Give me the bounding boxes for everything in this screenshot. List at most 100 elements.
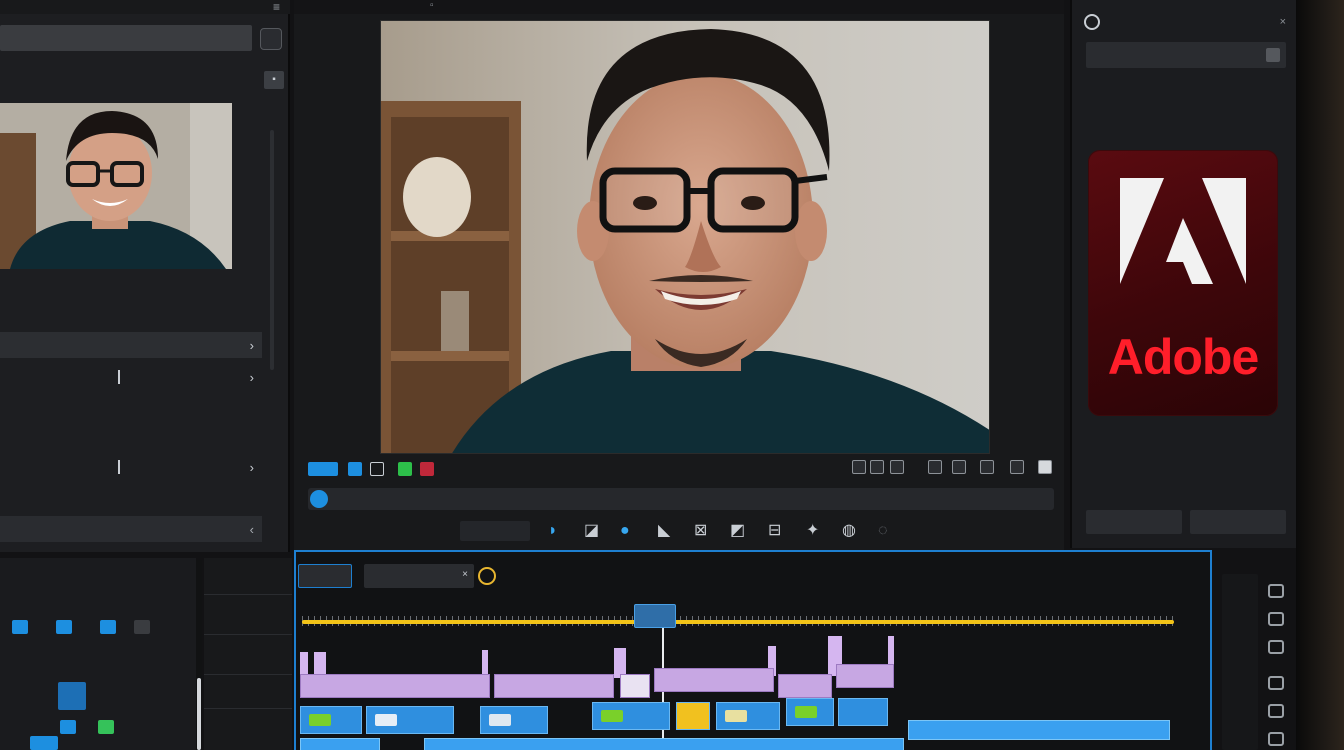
timecode-field[interactable] <box>460 521 530 541</box>
search-icon[interactable] <box>260 28 282 50</box>
loop-icon[interactable]: ◌ <box>878 522 888 540</box>
library-icon <box>1084 14 1100 30</box>
effect-preset-icon[interactable] <box>30 736 58 750</box>
playhead-handle[interactable] <box>634 604 676 628</box>
tab-sequence[interactable]: × <box>364 564 474 588</box>
property-row[interactable] <box>0 308 262 334</box>
monitor-bezel <box>1296 0 1344 750</box>
property-row[interactable] <box>0 396 262 422</box>
target-icon[interactable] <box>478 567 496 585</box>
property-row[interactable]: › <box>0 454 262 480</box>
tab-menu-icon[interactable]: ▫ <box>430 0 434 11</box>
footer-field-2[interactable] <box>1190 510 1286 534</box>
video-clip[interactable] <box>836 664 894 688</box>
insert-icon[interactable]: ✦ <box>806 522 819 540</box>
chevron-left-icon[interactable]: ‹ <box>250 522 254 537</box>
video-clip[interactable] <box>778 674 832 698</box>
playback-scrubber[interactable] <box>308 488 1054 510</box>
search-input[interactable] <box>0 25 252 51</box>
extract-icon[interactable] <box>890 460 904 474</box>
effect-selected-icon[interactable] <box>58 682 86 710</box>
clip-block[interactable] <box>300 738 380 750</box>
effect-preset-icon[interactable] <box>12 620 28 634</box>
fullscreen-icon[interactable] <box>1038 460 1052 474</box>
add-marker-icon[interactable] <box>398 462 412 476</box>
clip-block[interactable] <box>676 702 710 730</box>
video-clip[interactable] <box>494 674 614 698</box>
video-clip[interactable] <box>300 674 490 698</box>
effect-preset-icon[interactable] <box>134 620 150 634</box>
effect-preset-icon[interactable] <box>56 620 72 634</box>
effects-scrollbar[interactable] <box>196 560 202 750</box>
clip-block[interactable] <box>786 698 834 726</box>
mark-out-icon[interactable]: ⊠ <box>694 522 707 540</box>
razor-tool-icon[interactable] <box>1268 676 1284 690</box>
effect-preset-icon[interactable] <box>98 720 114 734</box>
lift-icon[interactable] <box>870 460 884 474</box>
overwrite-icon[interactable]: ◍ <box>842 522 856 540</box>
video-preview[interactable] <box>380 20 990 454</box>
clip-block[interactable] <box>300 706 362 734</box>
pen-tool-icon[interactable] <box>1268 732 1284 746</box>
safe-margins-icon[interactable] <box>852 460 866 474</box>
clip-thumbnail <box>375 714 397 726</box>
lift-icon[interactable]: ◩ <box>730 522 745 540</box>
export-frame-icon[interactable] <box>928 460 942 474</box>
clip-block[interactable] <box>838 698 888 726</box>
ripple-tool-icon[interactable] <box>1268 640 1284 654</box>
library-field[interactable] <box>1086 42 1286 68</box>
close-icon[interactable]: × <box>1280 16 1286 28</box>
tab-timeline-active[interactable] <box>298 564 352 588</box>
playhead-knob[interactable] <box>310 490 328 508</box>
chevron-right-icon[interactable]: › <box>250 370 254 385</box>
settings-icon[interactable] <box>1010 460 1024 474</box>
property-row[interactable] <box>0 424 262 450</box>
adobe-wordmark: Adobe <box>1107 329 1260 385</box>
slider-handle[interactable] <box>118 460 120 474</box>
step-back-icon[interactable]: ◗ <box>548 522 558 540</box>
mark-out-icon[interactable] <box>370 462 384 476</box>
mark-in-icon[interactable] <box>348 462 362 476</box>
footer-field-1[interactable] <box>1086 510 1182 534</box>
selection-tool-icon[interactable] <box>1268 584 1284 598</box>
time-ruler[interactable] <box>302 602 1174 632</box>
dropdown-icon[interactable] <box>1266 48 1280 62</box>
export-frame-icon[interactable]: ⊟ <box>768 522 781 540</box>
clip-block[interactable] <box>480 706 548 734</box>
go-to-out-icon[interactable] <box>420 462 434 476</box>
track-select-icon[interactable] <box>1268 612 1284 626</box>
panel-scrollbar[interactable] <box>270 130 274 370</box>
button-editor-icon[interactable] <box>980 460 994 474</box>
work-area-bar[interactable] <box>302 620 1174 624</box>
close-icon[interactable]: × <box>462 569 468 580</box>
mark-in-icon[interactable]: ◣ <box>658 522 670 540</box>
source-thumbnail[interactable] <box>0 103 232 269</box>
effect-preset-icon[interactable] <box>100 620 116 634</box>
clip-block[interactable] <box>592 702 670 730</box>
clip-thumbnail <box>489 714 511 726</box>
slip-tool-icon[interactable] <box>1268 704 1284 718</box>
panel-footer[interactable]: ‹ <box>0 516 262 542</box>
transport-controls: ◗ ◪ ● ◣ ⊠ ◩ ⊟ ✦ ◍ ◌ <box>294 518 1064 544</box>
property-row[interactable]: › <box>0 364 262 390</box>
clip-block[interactable] <box>908 720 1170 740</box>
scrollbar-thumb[interactable] <box>197 678 201 750</box>
clip-block[interactable] <box>716 702 780 730</box>
effect-preset-icon[interactable] <box>60 720 76 734</box>
property-row[interactable]: › <box>0 332 262 358</box>
slider-handle[interactable] <box>118 370 120 384</box>
compare-icon[interactable] <box>952 460 966 474</box>
track-divider <box>204 594 292 595</box>
menu-icon[interactable]: ≡ <box>273 0 280 14</box>
fit-button[interactable] <box>308 462 338 476</box>
play-icon[interactable]: ● <box>620 522 630 540</box>
video-clip[interactable] <box>654 668 774 692</box>
video-clip[interactable] <box>620 674 650 698</box>
mark-clip-icon[interactable]: ◪ <box>584 522 599 540</box>
chevron-right-icon[interactable]: › <box>250 460 254 475</box>
chevron-right-icon[interactable]: › <box>250 338 254 353</box>
section-toggle-button[interactable]: ▪ <box>264 71 284 89</box>
clip-block[interactable] <box>366 706 454 734</box>
clip-block[interactable] <box>424 738 904 750</box>
libraries-panel: × Adobe <box>1070 0 1296 548</box>
